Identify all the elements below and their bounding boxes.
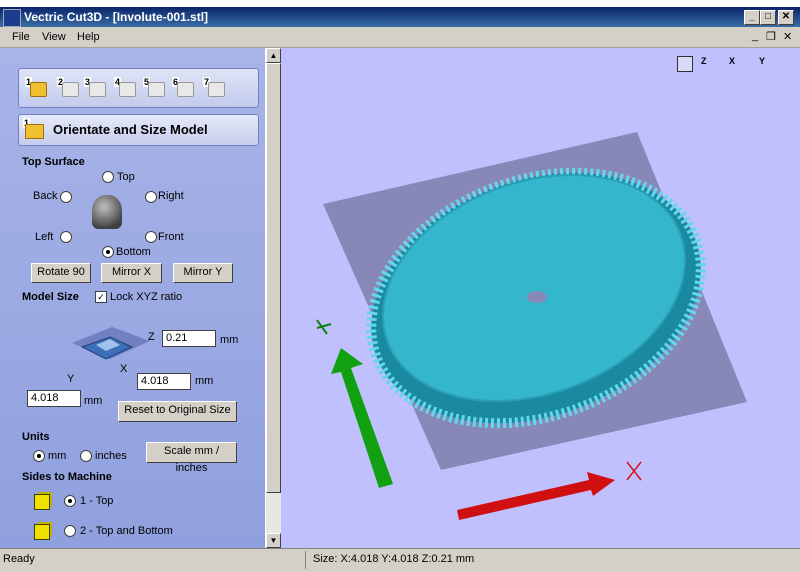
z-unit-label: mm [220, 334, 239, 346]
y-unit-label: mm [84, 395, 103, 407]
window-title: Vectric Cut3D - [Involute-001.stl] [24, 10, 209, 24]
radio-top[interactable] [102, 171, 114, 183]
mirror-x-button[interactable]: Mirror X [101, 263, 162, 283]
menu-file[interactable]: File [12, 31, 30, 43]
rotate-90-button[interactable]: Rotate 90 [31, 263, 91, 283]
step-7-button[interactable]: 7 [203, 77, 225, 97]
close-button[interactable]: ✕ [778, 10, 794, 25]
menu-view[interactable]: View [42, 31, 66, 43]
radio-front-label: Front [158, 231, 184, 243]
radio-left[interactable] [60, 231, 72, 243]
reset-size-button[interactable]: Reset to Original Size [118, 401, 237, 422]
x-size-input[interactable]: 4.018 [137, 373, 191, 390]
step-5-button[interactable]: 5 [143, 77, 165, 97]
single-side-cube-icon [34, 494, 50, 510]
menu-help[interactable]: Help [77, 31, 100, 43]
x-axis-arrow [457, 461, 642, 520]
radio-top-label: Top [117, 171, 135, 183]
step-icon [89, 82, 106, 97]
radio-mm[interactable] [33, 450, 45, 462]
scale-units-button[interactable]: Scale mm / inches [146, 442, 237, 474]
status-size: Size: X:4.018 Y:4.018 Z:0.21 mm [313, 553, 475, 565]
x-axis-label: X [120, 363, 128, 375]
radio-back[interactable] [60, 191, 72, 203]
step-icon [62, 82, 79, 97]
heading-title: Orientate and Size Model [53, 122, 208, 137]
radio-front[interactable] [145, 231, 157, 243]
status-ready: Ready [3, 553, 35, 565]
mdi-close-button[interactable]: ✕ [783, 30, 792, 43]
mdi-restore-button[interactable]: ❐ [766, 30, 776, 43]
3d-scene [316, 132, 747, 520]
z-axis-label: Z [148, 331, 155, 343]
lock-xyz-label: Lock XYZ ratio [110, 291, 183, 303]
status-bar: Ready Size: X:4.018 Y:4.018 Z:0.21 mm [0, 548, 800, 572]
model-size-label: Model Size [22, 291, 79, 303]
top-surface-label: Top Surface [22, 156, 85, 168]
radio-two-sides[interactable] [64, 525, 76, 537]
radio-back-label: Back [33, 190, 58, 202]
sides-to-machine-label: Sides to Machine [22, 471, 112, 483]
radio-bottom-label: Bottom [116, 246, 151, 258]
step-4-button[interactable]: 4 [114, 77, 136, 97]
radio-two-sides-label: 2 - Top and Bottom [80, 525, 173, 537]
radio-one-side-label: 1 - Top [80, 495, 114, 507]
status-divider [305, 551, 306, 569]
maximize-button[interactable]: □ [760, 10, 776, 25]
folder-icon [25, 124, 44, 139]
iso-view-icon[interactable] [677, 56, 693, 72]
two-side-cube-icon [34, 524, 50, 540]
scroll-down-arrow[interactable]: ▼ [266, 533, 281, 548]
radio-bottom[interactable] [102, 246, 114, 258]
step-6-button[interactable]: 6 [172, 77, 194, 97]
radio-left-label: Left [35, 231, 54, 243]
radio-right-label: Right [158, 190, 184, 202]
y-axis-label: Y [67, 373, 75, 385]
save-icon [208, 82, 225, 97]
step-3-button[interactable]: 3 [84, 77, 106, 97]
center-hole [527, 291, 547, 303]
bust-preview-icon [92, 195, 122, 229]
step-2-button[interactable]: 2 [57, 77, 79, 97]
mirror-y-button[interactable]: Mirror Y [173, 263, 233, 283]
car-preview-icon [72, 327, 150, 360]
radio-one-side[interactable] [64, 495, 76, 507]
y-view-icon[interactable]: Y [759, 56, 765, 66]
x-unit-label: mm [195, 375, 214, 387]
folder-icon [30, 82, 47, 97]
radio-inches-label: inches [95, 450, 127, 462]
scroll-thumb[interactable] [266, 63, 281, 493]
radio-right[interactable] [145, 191, 157, 203]
units-label: Units [22, 431, 50, 443]
mdi-minimize-button[interactable]: _ [752, 30, 758, 42]
3d-view[interactable]: Z X Y [281, 48, 800, 548]
radio-mm-label: mm [48, 450, 67, 462]
title-bar: Vectric Cut3D - [Involute-001.stl] _ □ ✕ [0, 7, 800, 27]
step-1-button[interactable]: 1 [25, 77, 47, 97]
scroll-up-arrow[interactable]: ▲ [266, 48, 281, 63]
step-icon [148, 82, 165, 97]
minimize-button[interactable]: _ [744, 10, 760, 25]
step-icon [177, 82, 194, 97]
step-icon [119, 82, 136, 97]
lock-xyz-checkbox[interactable]: ✓ [95, 291, 107, 303]
z-size-input[interactable]: 0.21 [162, 330, 216, 347]
z-view-icon[interactable]: Z [701, 56, 707, 66]
panel-scrollbar[interactable]: ▲ ▼ [265, 48, 281, 548]
x-view-icon[interactable]: X [729, 56, 735, 66]
menu-bar: File View Help _ ❐ ✕ [0, 27, 800, 48]
app-icon [3, 9, 21, 27]
radio-inches[interactable] [80, 450, 92, 462]
section-heading: 1 Orientate and Size Model [18, 114, 259, 146]
step-toolbar: 1 2 3 4 5 6 7 [18, 68, 259, 108]
y-size-input[interactable]: 4.018 [27, 390, 81, 407]
